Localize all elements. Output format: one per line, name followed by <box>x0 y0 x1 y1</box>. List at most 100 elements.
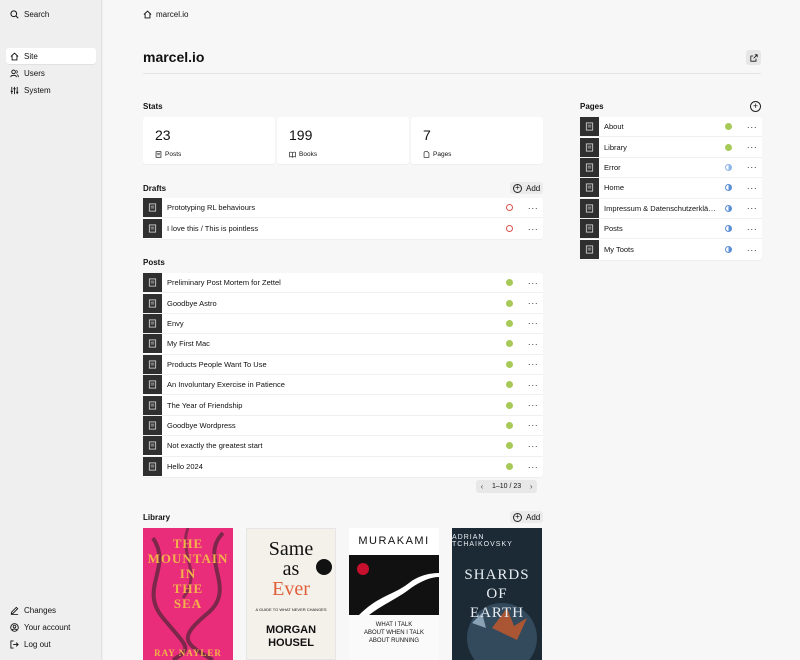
more-options-icon[interactable]: ··· <box>744 224 760 234</box>
list-item[interactable]: My Toots ··· <box>580 239 762 260</box>
sidebar-item-users[interactable]: Users <box>6 65 96 81</box>
divider <box>143 73 761 74</box>
status-unlisted-light-icon[interactable] <box>725 163 732 171</box>
more-options-icon[interactable]: ··· <box>525 462 541 472</box>
more-options-icon[interactable]: ··· <box>744 162 760 172</box>
search-button[interactable]: Search <box>6 6 96 22</box>
stat-books[interactable]: 199 Books <box>277 117 409 164</box>
list-item[interactable]: Preliminary Post Mortem for Zettel ··· <box>143 273 543 294</box>
thumbnail <box>580 240 599 260</box>
list-item[interactable]: My First Mac ··· <box>143 334 543 355</box>
more-options-icon[interactable]: ··· <box>525 420 541 430</box>
thumbnail <box>143 375 162 395</box>
more-options-icon[interactable]: ··· <box>525 224 541 234</box>
list-item[interactable]: Home ··· <box>580 178 762 199</box>
breadcrumb[interactable]: marcel.io <box>143 8 188 20</box>
document-icon <box>148 360 157 369</box>
more-options-icon[interactable]: ··· <box>525 203 541 213</box>
more-options-icon[interactable]: ··· <box>525 359 541 369</box>
item-title: Home <box>604 183 625 193</box>
list-item[interactable]: I love this / This is pointless ··· <box>143 218 543 239</box>
status-published-icon[interactable] <box>506 401 513 409</box>
list-item[interactable]: Goodbye Astro ··· <box>143 293 543 314</box>
list-item[interactable]: The Year of Friendship ··· <box>143 395 543 416</box>
status-published-icon[interactable] <box>725 143 732 151</box>
book-author: ADRIAN TCHAIKOVSKY <box>452 534 513 548</box>
list-item[interactable]: Hello 2024 ··· <box>143 457 543 477</box>
list-item[interactable]: An Involuntary Exercise in Patience ··· <box>143 375 543 396</box>
status-unlisted-icon[interactable] <box>725 225 732 233</box>
sidebar-item-system[interactable]: System <box>6 82 96 98</box>
stat-pages[interactable]: 7 Pages <box>411 117 543 164</box>
add-page-button[interactable]: + <box>750 101 761 112</box>
stat-posts[interactable]: 23 Posts <box>143 117 275 164</box>
log-out-button[interactable]: Log out <box>6 636 96 652</box>
status-draft-icon[interactable] <box>506 204 513 212</box>
sidebar-item-site[interactable]: Site <box>6 48 96 64</box>
status-unlisted-icon[interactable] <box>725 246 732 254</box>
users-icon <box>10 69 19 77</box>
list-item[interactable]: Not exactly the greatest start ··· <box>143 436 543 457</box>
sidebar-item-label: Site <box>24 51 38 61</box>
thumbnail <box>580 178 599 198</box>
list-item[interactable]: Envy ··· <box>143 313 543 335</box>
thumbnail <box>580 157 599 177</box>
more-options-icon[interactable]: ··· <box>744 183 760 193</box>
status-published-icon[interactable] <box>506 381 513 389</box>
book-cover[interactable]: THE MOUNTAIN IN THE SEA RAY NAYLER <box>143 528 233 660</box>
more-options-icon[interactable]: ··· <box>744 142 760 152</box>
item-title: Goodbye Wordpress <box>167 420 236 430</box>
status-unlisted-icon[interactable] <box>725 204 732 212</box>
list-item[interactable]: Library ··· <box>580 137 762 158</box>
more-options-icon[interactable]: ··· <box>525 339 541 349</box>
book-cover[interactable]: ADRIAN TCHAIKOVSKY SHARDS OF EARTH <box>452 528 542 660</box>
status-published-icon[interactable] <box>506 421 513 429</box>
status-unlisted-icon[interactable] <box>725 184 732 192</box>
more-options-icon[interactable]: ··· <box>525 400 541 410</box>
status-published-icon[interactable] <box>506 442 513 450</box>
your-account-button[interactable]: Your account <box>6 619 96 635</box>
changes-button[interactable]: Changes <box>6 602 96 618</box>
more-options-icon[interactable]: ··· <box>525 380 541 390</box>
status-published-icon[interactable] <box>725 123 732 131</box>
list-item[interactable]: Products People Want To Use ··· <box>143 354 543 375</box>
status-published-icon[interactable] <box>506 279 513 287</box>
more-options-icon[interactable]: ··· <box>744 203 760 213</box>
more-options-icon[interactable]: ··· <box>744 122 760 132</box>
book-cover[interactable]: Same as Ever A GUIDE TO WHAT NEVER CHANG… <box>246 528 336 660</box>
status-draft-icon[interactable] <box>506 225 513 233</box>
prev-page-icon[interactable]: ‹ <box>476 482 488 491</box>
item-title: Envy <box>167 318 184 328</box>
next-page-icon[interactable]: › <box>525 482 537 491</box>
status-published-icon[interactable] <box>506 360 513 368</box>
stat-label: Pages <box>433 151 452 158</box>
more-options-icon[interactable]: ··· <box>525 278 541 288</box>
list-item[interactable]: Posts ··· <box>580 219 762 240</box>
list-item[interactable]: Error ··· <box>580 157 762 179</box>
list-item[interactable]: Goodbye Wordpress ··· <box>143 415 543 437</box>
more-options-icon[interactable]: ··· <box>525 298 541 308</box>
more-options-icon[interactable]: ··· <box>525 318 541 328</box>
stat-value: 199 <box>289 127 313 143</box>
document-icon <box>585 143 594 152</box>
status-published-icon[interactable] <box>506 340 513 348</box>
more-options-icon[interactable]: ··· <box>525 441 541 451</box>
add-book-button[interactable]: + Add <box>510 511 544 523</box>
open-site-button[interactable] <box>746 50 761 65</box>
book-cover[interactable]: MURAKAMI WHAT I TALK ABOUT WHEN I TALK A… <box>349 528 439 660</box>
list-item[interactable]: Impressum & Datenschutzerklä… ··· <box>580 198 762 219</box>
more-options-icon[interactable]: ··· <box>744 245 760 255</box>
document-icon <box>585 245 594 254</box>
list-item[interactable]: Prototyping RL behaviours ··· <box>143 198 543 219</box>
thumbnail <box>143 436 162 456</box>
add-draft-button[interactable]: + Add <box>510 182 544 194</box>
list-item[interactable]: About ··· <box>580 117 762 138</box>
status-published-icon[interactable] <box>506 319 513 327</box>
status-published-icon[interactable] <box>506 463 513 471</box>
search-icon <box>10 9 19 19</box>
status-published-icon[interactable] <box>506 299 513 307</box>
document-icon <box>585 183 594 192</box>
book-subtitle: A GUIDE TO WHAT NEVER CHANGES <box>255 607 327 612</box>
book-title-line: SHARDS <box>464 567 530 583</box>
stats-label: Stats <box>143 102 163 111</box>
